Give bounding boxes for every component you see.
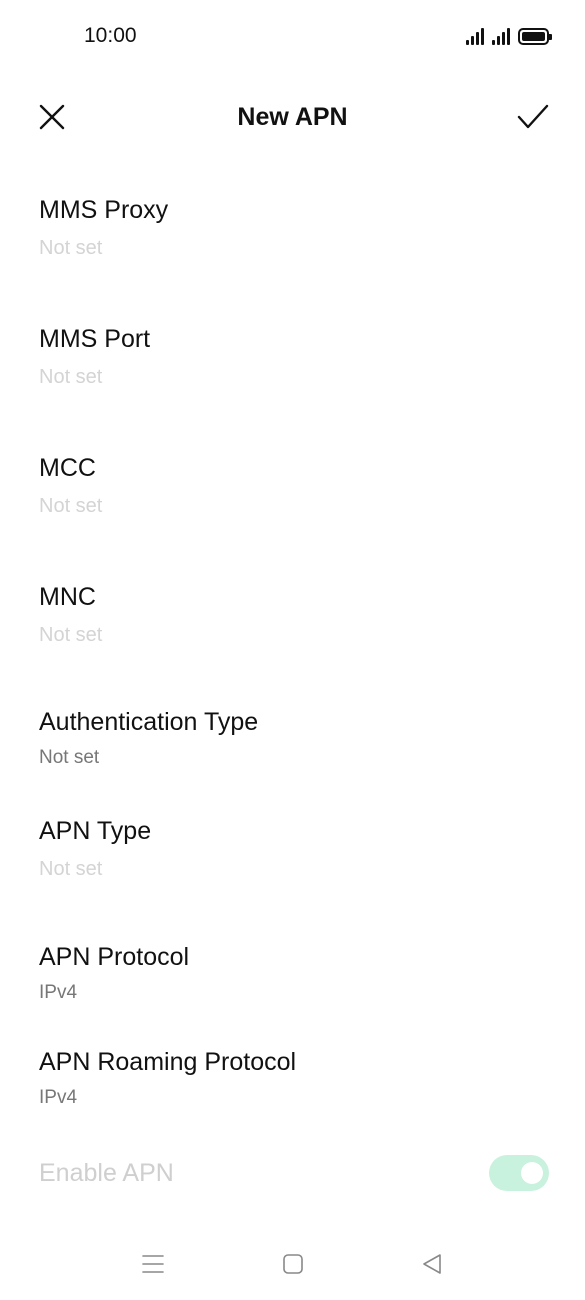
back-button[interactable] — [412, 1248, 452, 1280]
enable-apn-toggle[interactable] — [489, 1155, 549, 1191]
field-label: APN Type — [39, 817, 152, 845]
field-value: Not set — [39, 495, 103, 517]
field-label: APN Roaming Protocol — [39, 1048, 297, 1076]
page-title: New APN — [237, 103, 348, 131]
status-icons — [466, 27, 552, 45]
signal-icon-2 — [492, 27, 510, 45]
field-value: Not set — [39, 237, 103, 259]
enable-apn-row: Enable APN — [39, 1154, 549, 1194]
field-mnc[interactable]: MNC Not set — [39, 583, 549, 647]
field-value: Not set — [39, 624, 103, 646]
field-label: MMS Proxy — [39, 196, 169, 224]
enable-apn-label: Enable APN — [39, 1159, 174, 1187]
field-value: IPv4 — [39, 982, 78, 1003]
status-bar: 10:00 — [0, 0, 585, 75]
field-label: MNC — [39, 583, 96, 611]
field-label: APN Protocol — [39, 943, 190, 971]
field-apn-type[interactable]: APN Type Not set — [39, 817, 549, 881]
field-value: Not set — [39, 747, 100, 768]
field-value: Not set — [39, 858, 103, 880]
recent-apps-button[interactable] — [133, 1248, 173, 1280]
status-time: 10:00 — [84, 24, 137, 47]
field-mcc[interactable]: MCC Not set — [39, 454, 549, 518]
field-authentication-type[interactable]: Authentication Type Not set — [39, 708, 549, 769]
home-square-icon — [283, 1254, 303, 1274]
home-button[interactable] — [273, 1248, 313, 1280]
field-mms-port[interactable]: MMS Port Not set — [39, 325, 549, 389]
battery-icon — [518, 28, 552, 45]
field-label: Authentication Type — [39, 708, 259, 736]
save-button[interactable] — [513, 97, 553, 137]
field-apn-roaming-protocol[interactable]: APN Roaming Protocol IPv4 — [39, 1048, 549, 1109]
signal-icon — [466, 27, 484, 45]
field-value: IPv4 — [39, 1087, 78, 1108]
field-mms-proxy[interactable]: MMS Proxy Not set — [39, 196, 549, 260]
field-label: MMS Port — [39, 325, 151, 353]
toggle-knob — [521, 1162, 543, 1184]
navigation-bar — [0, 1240, 585, 1290]
field-value: Not set — [39, 366, 103, 388]
check-icon — [517, 104, 549, 129]
field-apn-protocol[interactable]: APN Protocol IPv4 — [39, 943, 549, 1004]
back-triangle-icon — [423, 1254, 441, 1274]
field-label: MCC — [39, 454, 96, 482]
menu-icon — [142, 1255, 164, 1273]
toolbar: New APN — [0, 85, 585, 149]
